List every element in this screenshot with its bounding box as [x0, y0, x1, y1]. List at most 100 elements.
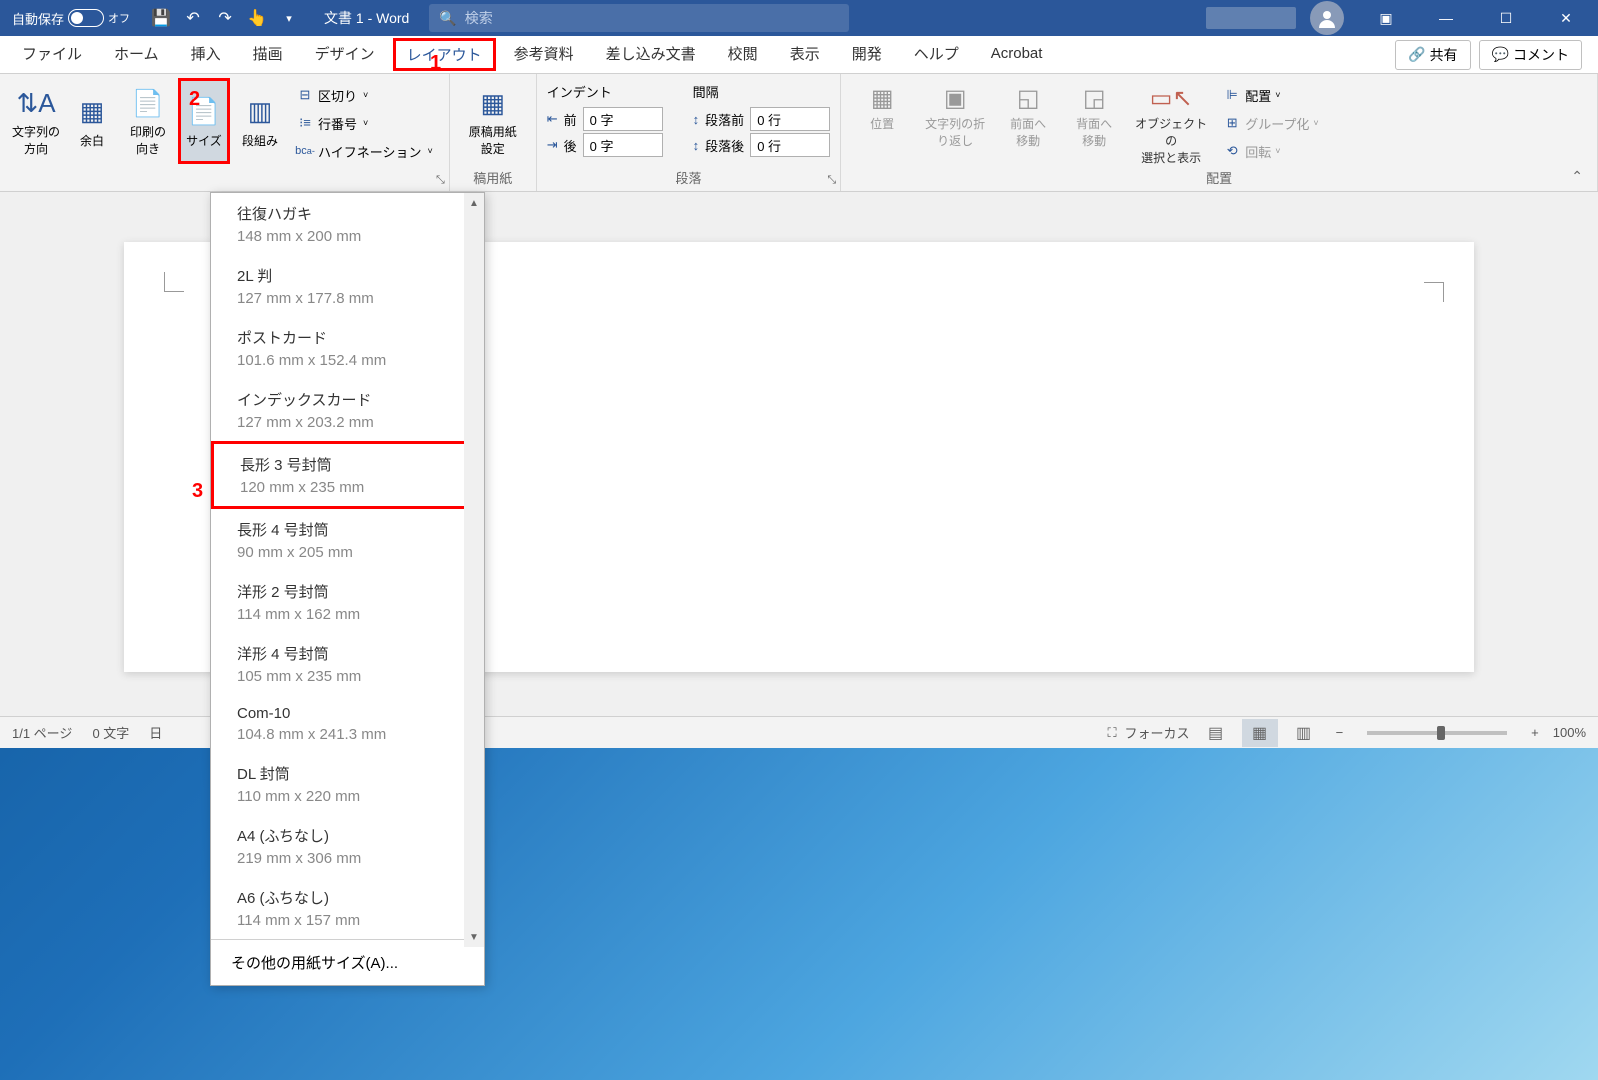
size-option-6[interactable]: 洋形 2 号封筒114 mm x 162 mm: [211, 571, 484, 633]
focus-icon: ⛶: [1107, 725, 1116, 741]
size-option-title: インデックスカード: [237, 389, 458, 410]
tab-developer[interactable]: 開発: [838, 37, 896, 73]
zoom-slider[interactable]: [1367, 731, 1507, 735]
orientation-button[interactable]: 📄印刷の 向き: [122, 78, 174, 164]
spacing-after-input[interactable]: [750, 133, 830, 157]
hyphenation-button[interactable]: bca-ハイフネーション˅: [290, 138, 439, 164]
search-placeholder: 検索: [465, 8, 493, 28]
focus-mode-button[interactable]: フォーカス: [1125, 723, 1190, 742]
size-option-dimensions: 219 mm x 306 mm: [237, 850, 458, 867]
size-option-2[interactable]: ポストカード101.6 mm x 152.4 mm: [211, 317, 484, 379]
size-button[interactable]: 📄サイズ: [178, 78, 230, 164]
user-avatar-icon[interactable]: [1310, 1, 1344, 35]
spacing-before-input[interactable]: [750, 107, 830, 131]
tab-home[interactable]: ホーム: [100, 37, 173, 73]
touch-mode-icon[interactable]: 👆: [242, 3, 272, 33]
close-icon[interactable]: ✕: [1538, 0, 1594, 36]
word-count[interactable]: 0 文字: [92, 723, 129, 742]
breaks-button[interactable]: ⊟区切り˅: [290, 82, 439, 108]
collapse-ribbon-icon[interactable]: ⌃: [1571, 168, 1583, 185]
selection-pane-button[interactable]: ▭↖オブジェクトの 選択と表示: [1129, 78, 1213, 172]
size-option-title: 往復ハガキ: [237, 203, 458, 224]
tab-design[interactable]: デザイン: [301, 37, 389, 73]
scroll-up-icon[interactable]: ▲: [464, 193, 484, 213]
scroll-down-icon[interactable]: ▼: [464, 927, 484, 947]
size-option-title: Com-10: [237, 705, 458, 722]
zoom-in-icon[interactable]: +: [1525, 725, 1545, 740]
manuscript-group: ▦原稿用紙 設定 稿用紙: [450, 74, 537, 191]
text-direction-button[interactable]: ⇅A文字列の 方向: [10, 78, 62, 164]
customize-qat-icon[interactable]: ▾: [274, 3, 304, 33]
hyphenation-icon: bca-: [296, 142, 314, 160]
size-option-3[interactable]: インデックスカード127 mm x 203.2 mm: [211, 379, 484, 441]
zoom-level[interactable]: 100%: [1553, 725, 1586, 740]
toggle-switch-icon[interactable]: [68, 9, 104, 27]
tab-help[interactable]: ヘルプ: [900, 37, 973, 73]
line-numbers-icon: ⁝≡: [296, 114, 314, 132]
tab-file[interactable]: ファイル: [8, 37, 96, 73]
manuscript-icon: ▦: [475, 85, 511, 121]
share-button[interactable]: 🔗共有: [1395, 40, 1470, 70]
annotation-marker-2: 2: [189, 88, 200, 111]
size-option-8[interactable]: Com-10104.8 mm x 241.3 mm: [211, 695, 484, 753]
tab-review[interactable]: 校閲: [714, 37, 772, 73]
autosave-state: オフ: [108, 10, 130, 26]
size-option-title: 洋形 2 号封筒: [237, 581, 458, 602]
save-icon[interactable]: 💾: [146, 3, 176, 33]
size-option-1[interactable]: 2L 判127 mm x 177.8 mm: [211, 255, 484, 317]
web-layout-icon[interactable]: ▥: [1286, 719, 1322, 747]
autosave-toggle[interactable]: 自動保存 オフ: [4, 9, 138, 28]
size-option-title: 2L 判: [237, 265, 458, 286]
size-option-5[interactable]: 長形 4 号封筒90 mm x 205 mm: [211, 509, 484, 571]
size-option-title: 長形 4 号封筒: [237, 519, 458, 540]
ribbon-display-icon[interactable]: ▣: [1358, 0, 1414, 36]
size-option-4[interactable]: 長形 3 号封筒120 mm x 235 mm: [211, 441, 484, 509]
size-option-title: ポストカード: [237, 327, 458, 348]
tab-mailings[interactable]: 差し込み文書: [592, 37, 710, 73]
maximize-icon[interactable]: ☐: [1478, 0, 1534, 36]
indent-before-input[interactable]: [583, 107, 663, 131]
tab-acrobat[interactable]: Acrobat: [977, 39, 1057, 71]
zoom-out-icon[interactable]: −: [1330, 725, 1350, 740]
tabs-right: 🔗共有 💬コメント: [1395, 40, 1590, 70]
print-layout-icon[interactable]: ▦: [1242, 719, 1278, 747]
language-indicator[interactable]: 日: [149, 723, 162, 742]
align-button[interactable]: ⊫配置˅: [1217, 82, 1325, 108]
size-option-0[interactable]: 往復ハガキ148 mm x 200 mm: [211, 193, 484, 255]
tab-view[interactable]: 表示: [776, 37, 834, 73]
undo-icon[interactable]: ↶: [178, 3, 208, 33]
size-option-9[interactable]: DL 封筒110 mm x 220 mm: [211, 753, 484, 815]
read-mode-icon[interactable]: ▤: [1198, 719, 1234, 747]
indent-after-input[interactable]: [583, 133, 663, 157]
size-option-10[interactable]: A4 (ふちなし)219 mm x 306 mm: [211, 815, 484, 877]
comment-button[interactable]: 💬コメント: [1479, 40, 1582, 70]
scrollbar[interactable]: ▲ ▼: [464, 193, 484, 947]
columns-icon: ▥: [242, 94, 278, 130]
dialog-launcher-icon[interactable]: ⤡: [827, 174, 836, 187]
tab-insert[interactable]: 挿入: [177, 37, 235, 73]
line-numbers-button[interactable]: ⁝≡行番号˅: [290, 110, 439, 136]
search-box[interactable]: 🔍 検索: [429, 4, 849, 32]
size-option-title: 長形 3 号封筒: [240, 454, 455, 475]
chevron-down-icon: ˅: [363, 90, 368, 100]
tab-layout[interactable]: レイアウト: [393, 38, 496, 71]
user-name-box[interactable]: [1206, 7, 1296, 29]
tab-draw[interactable]: 描画: [239, 37, 297, 73]
chevron-down-icon: ˅: [1275, 90, 1280, 100]
more-paper-sizes[interactable]: その他の用紙サイズ(A)...: [211, 939, 484, 985]
spacing-before-icon: ↕: [693, 112, 700, 127]
columns-button[interactable]: ▥段組み: [234, 78, 286, 164]
manuscript-button[interactable]: ▦原稿用紙 設定: [460, 78, 526, 164]
size-option-dimensions: 110 mm x 220 mm: [237, 788, 458, 805]
search-icon: 🔍: [439, 10, 456, 27]
spacing-after-icon: ↕: [693, 138, 700, 153]
page-count[interactable]: 1/1 ページ: [12, 723, 72, 742]
dialog-launcher-icon[interactable]: ⤡: [436, 174, 445, 187]
minimize-icon[interactable]: —: [1418, 0, 1474, 36]
margins-button[interactable]: ▦余白: [66, 78, 118, 164]
tab-references[interactable]: 参考資料: [500, 37, 588, 73]
size-option-11[interactable]: A6 (ふちなし)114 mm x 157 mm: [211, 877, 484, 939]
redo-icon[interactable]: ↷: [210, 3, 240, 33]
ribbon-tabs: ファイル ホーム 挿入 描画 デザイン レイアウト 参考資料 差し込み文書 校閲…: [0, 36, 1598, 74]
size-option-7[interactable]: 洋形 4 号封筒105 mm x 235 mm: [211, 633, 484, 695]
